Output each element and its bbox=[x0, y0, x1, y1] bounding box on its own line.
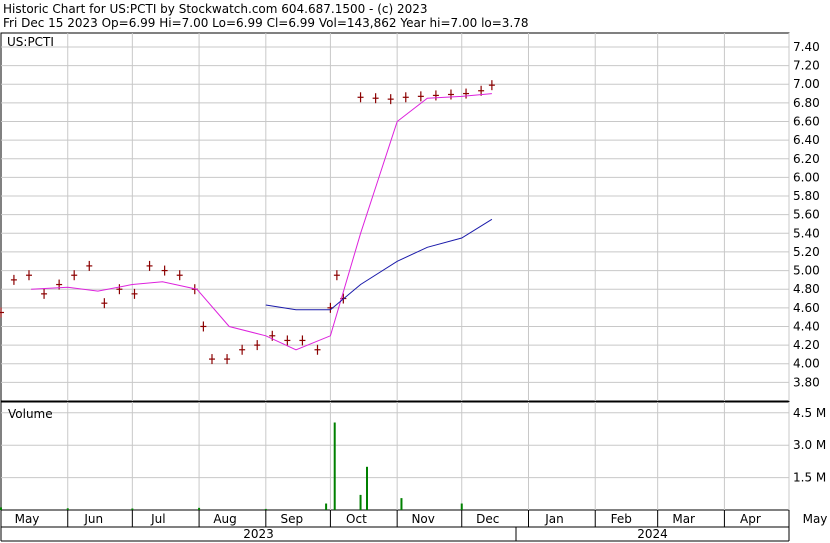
price-tick-label: 3.80 bbox=[793, 375, 820, 389]
price-tick-label: 6.40 bbox=[793, 133, 820, 147]
price-panel bbox=[0, 32, 790, 402]
price-tick-label: 6.00 bbox=[793, 170, 820, 184]
price-tick-label: 4.60 bbox=[793, 301, 820, 315]
month-label: Aug bbox=[213, 512, 236, 526]
price-tick-label: 4.20 bbox=[793, 338, 820, 352]
price-tick-label: 6.80 bbox=[793, 96, 820, 110]
month-label: Nov bbox=[411, 512, 434, 526]
chart-title: US:PCTI bbox=[7, 35, 54, 49]
month-label: May bbox=[803, 512, 828, 526]
year-label: 2024 bbox=[637, 527, 668, 541]
price-tick-label: 4.00 bbox=[793, 357, 820, 371]
price-tick-label: 7.40 bbox=[793, 40, 820, 54]
price-tick-label: 5.40 bbox=[793, 226, 820, 240]
price-tick-label: 6.20 bbox=[793, 152, 820, 166]
month-label: Jan bbox=[544, 512, 564, 526]
month-label: Jul bbox=[150, 512, 165, 526]
month-label: Dec bbox=[476, 512, 499, 526]
price-tick-label: 5.60 bbox=[793, 208, 820, 222]
month-label: Apr bbox=[740, 512, 761, 526]
header-title: Historic Chart for US:PCTI by Stockwatch… bbox=[3, 2, 428, 16]
price-tick-label: 5.00 bbox=[793, 264, 820, 278]
price-tick-label: 7.20 bbox=[793, 59, 820, 73]
price-tick-label: 4.80 bbox=[793, 282, 820, 296]
header-quote: Fri Dec 15 2023 Op=6.99 Hi=7.00 Lo=6.99 … bbox=[3, 16, 529, 30]
price-tick-label: 5.20 bbox=[793, 245, 820, 259]
price-tick-label: 6.60 bbox=[793, 115, 820, 129]
volume-label: Volume bbox=[8, 407, 53, 421]
month-label: Mar bbox=[672, 512, 695, 526]
volume-tick-label: 4.5 M bbox=[793, 406, 826, 420]
year-label: 2023 bbox=[243, 527, 274, 541]
price-tick-label: 5.80 bbox=[793, 189, 820, 203]
month-label: Feb bbox=[611, 512, 632, 526]
month-label: Jun bbox=[83, 512, 103, 526]
volume-panel bbox=[0, 401, 790, 511]
volume-tick-label: 3.0 M bbox=[793, 438, 826, 452]
stock-chart: May Jun Jul Aug Sep Oct Nov Dec Jan Feb Mar Apr May 2… bbox=[0, 32, 828, 542]
month-label: Sep bbox=[281, 512, 304, 526]
month-label: May bbox=[15, 512, 40, 526]
price-tick-label: 7.00 bbox=[793, 77, 820, 91]
volume-tick-label: 1.5 M bbox=[793, 471, 826, 485]
price-tick-label: 4.40 bbox=[793, 319, 820, 333]
month-label: Oct bbox=[346, 512, 367, 526]
